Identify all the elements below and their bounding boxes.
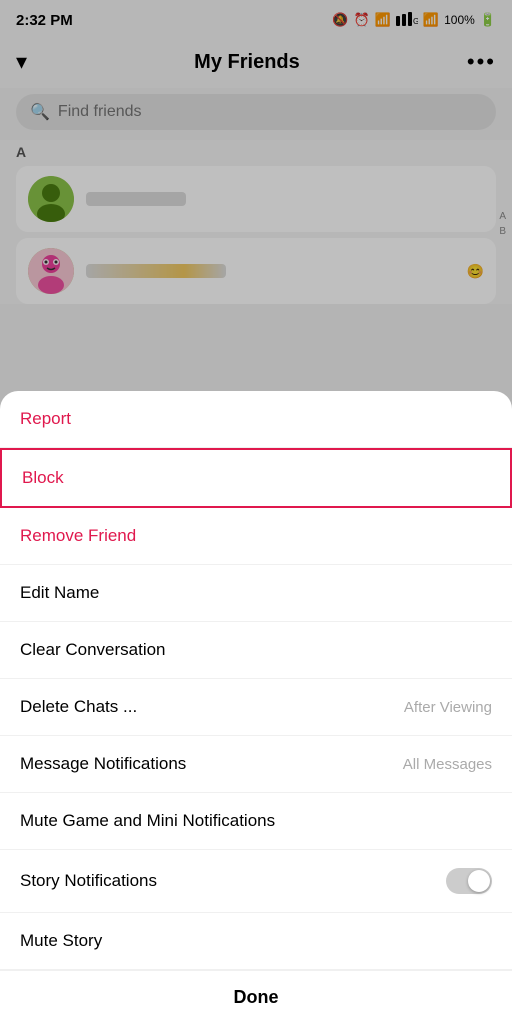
message-notifications-label: Message Notifications bbox=[20, 754, 186, 774]
clear-conversation-label: Clear Conversation bbox=[20, 640, 166, 660]
block-label: Block bbox=[22, 468, 64, 488]
block-button[interactable]: Block bbox=[0, 448, 512, 508]
edit-name-button[interactable]: Edit Name bbox=[0, 565, 512, 622]
remove-friend-label: Remove Friend bbox=[20, 526, 136, 546]
delete-chats-button[interactable]: Delete Chats ... After Viewing bbox=[0, 679, 512, 736]
delete-chats-value: After Viewing bbox=[404, 699, 492, 716]
done-label: Done bbox=[234, 987, 279, 1007]
story-notifications-toggle[interactable] bbox=[446, 868, 492, 894]
message-notifications-button[interactable]: Message Notifications All Messages bbox=[0, 736, 512, 793]
delete-chats-label: Delete Chats ... bbox=[20, 697, 137, 717]
story-notifications-label: Story Notifications bbox=[20, 871, 157, 891]
remove-friend-button[interactable]: Remove Friend bbox=[0, 508, 512, 565]
mute-game-label: Mute Game and Mini Notifications bbox=[20, 811, 275, 831]
bottom-sheet: Report Block Remove Friend Edit Name Cle… bbox=[0, 391, 512, 1024]
story-notifications-button[interactable]: Story Notifications bbox=[0, 850, 512, 913]
done-button[interactable]: Done bbox=[0, 970, 512, 1024]
edit-name-label: Edit Name bbox=[20, 583, 99, 603]
report-button[interactable]: Report bbox=[0, 391, 512, 448]
mute-story-label: Mute Story bbox=[20, 931, 102, 951]
message-notifications-value: All Messages bbox=[403, 756, 492, 773]
clear-conversation-button[interactable]: Clear Conversation bbox=[0, 622, 512, 679]
toggle-knob bbox=[468, 870, 490, 892]
mute-story-button[interactable]: Mute Story bbox=[0, 913, 512, 970]
report-label: Report bbox=[20, 409, 71, 429]
mute-game-button[interactable]: Mute Game and Mini Notifications bbox=[0, 793, 512, 850]
